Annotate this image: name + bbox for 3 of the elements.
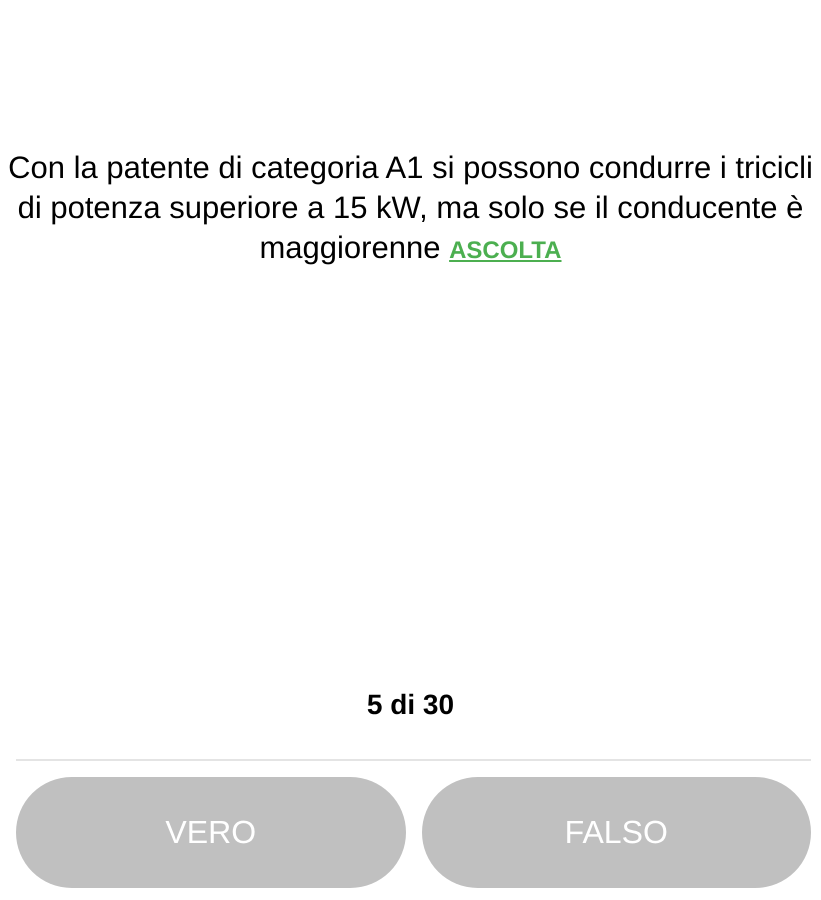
question-text: Con la patente di categoria A1 si possono condurre i tricicli di potenza superiore a 15 kW, ma solo se il conducente è maggiorenne ASCOLTA [7, 149, 814, 267]
listen-link[interactable]: ASCOLTA [449, 237, 562, 264]
question-counter: 5 di 30 [366, 689, 454, 721]
